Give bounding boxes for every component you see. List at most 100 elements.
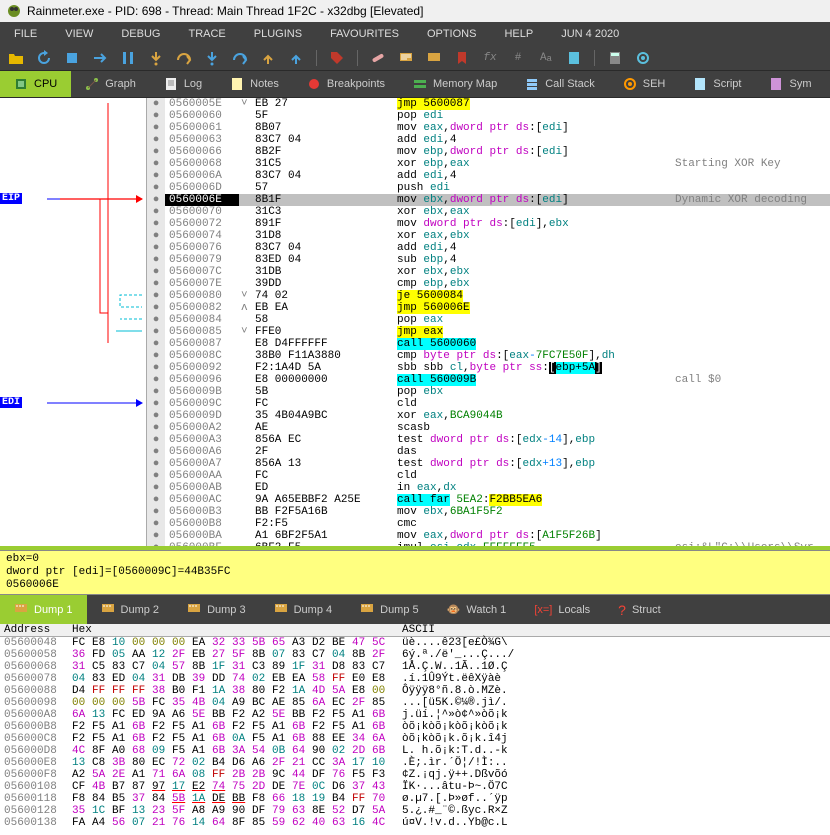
dump-rows[interactable]: 05600048FCE810000000EA32335B65A3D2BE475C… bbox=[0, 637, 830, 829]
breakpoint-dot[interactable]: ● bbox=[147, 230, 165, 242]
disasm-row[interactable]: ●056000A3856A ECtest dword ptr ds:[edx-1… bbox=[147, 434, 830, 446]
dump-tab-watch-1[interactable]: 🐵Watch 1 bbox=[433, 597, 521, 622]
dump-row[interactable]: 05600108CF4BB7879717E274752DDE7E0CD63743… bbox=[0, 781, 830, 793]
dump-tab-locals[interactable]: [x=]Locals bbox=[520, 598, 604, 622]
disasm-row[interactable]: ●0560006A83C7 04add edi,4 bbox=[147, 170, 830, 182]
dump-tab-dump-2[interactable]: Dump 2 bbox=[87, 595, 174, 624]
disasm-row[interactable]: ●0560008458pop eax bbox=[147, 314, 830, 326]
breakpoint-dot[interactable]: ● bbox=[147, 98, 165, 110]
dump-row[interactable]: 05600048FCE810000000EA32335B65A3D2BE475C… bbox=[0, 637, 830, 649]
disasm-row[interactable]: ●05600092F2:1A4D 5Asbb sbb cl,byte ptr s… bbox=[147, 362, 830, 374]
breakpoint-dot[interactable]: ● bbox=[147, 458, 165, 470]
disasm-row[interactable]: ●056000AC9A A65EBBF2 A25Ecall far 5EA2:F… bbox=[147, 494, 830, 506]
tab-cpu[interactable]: CPU bbox=[0, 71, 71, 97]
breakpoint-dot[interactable]: ● bbox=[147, 338, 165, 350]
disasm-row[interactable]: ●0560006831C5xor ebp,eaxStarting XOR Key bbox=[147, 158, 830, 170]
breakpoint-dot[interactable]: ● bbox=[147, 182, 165, 194]
dump-row[interactable]: 056000A86A13FCED9AA65EBBF2A25EBBF2F5A16B… bbox=[0, 709, 830, 721]
menu-trace[interactable]: TRACE bbox=[174, 22, 239, 46]
breakpoint-dot[interactable]: ● bbox=[147, 302, 165, 314]
disasm-row[interactable]: ●05600096E8 00000000call 560009Bcall $0 bbox=[147, 374, 830, 386]
dump-row[interactable]: 056000F8A25A2EA1716A08FF2B2B9C44DF76F5F3… bbox=[0, 769, 830, 781]
trace-into-icon[interactable] bbox=[204, 50, 220, 66]
disasm-row[interactable]: ●056000605Fpop edi bbox=[147, 110, 830, 122]
tab-call-stack[interactable]: Call Stack bbox=[511, 71, 609, 97]
run-to-user-icon[interactable] bbox=[288, 50, 304, 66]
disasm-row[interactable]: ●0560006E8B1Fmov ebx,dword ptr ds:[edi]D… bbox=[147, 194, 830, 206]
tab-memory-map[interactable]: Memory Map bbox=[399, 71, 511, 97]
disasm-row[interactable]: ●05600072891Fmov dword ptr ds:[edi],ebx bbox=[147, 218, 830, 230]
breakpoint-dot[interactable]: ● bbox=[147, 110, 165, 122]
tab-breakpoints[interactable]: Breakpoints bbox=[293, 71, 399, 97]
disasm-row[interactable]: ●05600085˅FFE0jmp eax bbox=[147, 326, 830, 338]
disasm-rows[interactable]: ●0560005E˅EB 27jmp 5600087●056000605Fpop… bbox=[147, 98, 830, 546]
dump-row[interactable]: 056000E813C83B80EC7202B4D6A62F21CC3A1710… bbox=[0, 757, 830, 769]
bookmark-icon[interactable] bbox=[454, 50, 470, 66]
disasm-row[interactable]: ●0560007683C7 04add edi,4 bbox=[147, 242, 830, 254]
restart-icon[interactable] bbox=[36, 50, 52, 66]
disasm-row[interactable]: ●0560008C38B0 F11A3880cmp byte ptr ds:[e… bbox=[147, 350, 830, 362]
breakpoint-dot[interactable]: ● bbox=[147, 422, 165, 434]
dump-row[interactable]: 05600088D4FFFFFF38B0F11A3880F21A4D5AE800… bbox=[0, 685, 830, 697]
disasm-row[interactable]: ●0560007031C3xor ebx,eax bbox=[147, 206, 830, 218]
stop-icon[interactable] bbox=[64, 50, 80, 66]
dump-row[interactable]: 056000980000005BFC354B04A9BCAE856AEC2F85… bbox=[0, 697, 830, 709]
breakpoint-dot[interactable]: ● bbox=[147, 362, 165, 374]
dump-row[interactable]: 0560006831C583C704578B1F31C3891F31D883C7… bbox=[0, 661, 830, 673]
breakpoint-dot[interactable]: ● bbox=[147, 374, 165, 386]
disasm-row[interactable]: ●05600080˅74 02je 5600084 bbox=[147, 290, 830, 302]
breakpoint-dot[interactable]: ● bbox=[147, 386, 165, 398]
disasm-row[interactable]: ●0560009D35 4B04A9BCxor eax,BCA9044B bbox=[147, 410, 830, 422]
tab-graph[interactable]: Graph bbox=[71, 71, 150, 97]
dump-row[interactable]: 056000C8F2F5A16BF2F5A16B0AF5A16B88EE346A… bbox=[0, 733, 830, 745]
settings-icon[interactable] bbox=[635, 50, 651, 66]
menu-file[interactable]: FILE bbox=[0, 22, 51, 46]
menu-view[interactable]: VIEW bbox=[51, 22, 107, 46]
disasm-row[interactable]: ●056000668B2Fmov ebp,dword ptr ds:[edi] bbox=[147, 146, 830, 158]
disasm-row[interactable]: ●0560009CFCcld bbox=[147, 398, 830, 410]
dump-row[interactable]: 05600138FAA45607217614648F8559624063164C… bbox=[0, 817, 830, 829]
calculator-icon[interactable] bbox=[607, 50, 623, 66]
patch-icon[interactable] bbox=[370, 50, 386, 66]
run-to-return-icon[interactable] bbox=[260, 50, 276, 66]
disasm-row[interactable]: ●0560007983ED 04sub ebp,4 bbox=[147, 254, 830, 266]
tag-icon[interactable] bbox=[329, 50, 345, 66]
tab-log[interactable]: Log bbox=[150, 71, 216, 97]
breakpoint-dot[interactable]: ● bbox=[147, 434, 165, 446]
step-over-icon[interactable] bbox=[176, 50, 192, 66]
fx-icon[interactable]: fx bbox=[482, 50, 498, 66]
hash-icon[interactable]: # bbox=[510, 50, 526, 66]
disasm-row[interactable]: ●056000A2AEscasb bbox=[147, 422, 830, 434]
disasm-row[interactable]: ●05600082ʌEB EAjmp 560006E bbox=[147, 302, 830, 314]
breakpoint-dot[interactable]: ● bbox=[147, 254, 165, 266]
disasm-row[interactable]: ●056000BF6BF2 F5imul esi,edx,FFFFFFF5esi… bbox=[147, 542, 830, 546]
breakpoint-dot[interactable]: ● bbox=[147, 314, 165, 326]
breakpoint-dot[interactable]: ● bbox=[147, 134, 165, 146]
breakpoint-dot[interactable]: ● bbox=[147, 542, 165, 546]
pause-icon[interactable] bbox=[120, 50, 136, 66]
disasm-row[interactable]: ●0560006383C7 04add edi,4 bbox=[147, 134, 830, 146]
disasm-row[interactable]: ●0560007C31DBxor ebx,ebx bbox=[147, 266, 830, 278]
disasm-row[interactable]: ●0560005E˅EB 27jmp 5600087 bbox=[147, 98, 830, 110]
menu-debug[interactable]: DEBUG bbox=[107, 22, 174, 46]
font-icon[interactable]: Aa bbox=[538, 50, 554, 66]
breakpoint-dot[interactable]: ● bbox=[147, 398, 165, 410]
breakpoint-dot[interactable]: ● bbox=[147, 326, 165, 338]
dump-row[interactable]: 0560005836FD05AA122FEB275F8B0783C7048B2F… bbox=[0, 649, 830, 661]
disasm-row[interactable]: ●0560007E39DDcmp ebp,ebx bbox=[147, 278, 830, 290]
dump-row[interactable]: 05600128351CBF13235FA8A990DF79638E52D75A… bbox=[0, 805, 830, 817]
breakpoint-dot[interactable]: ● bbox=[147, 158, 165, 170]
dump-tab-dump-3[interactable]: Dump 3 bbox=[173, 595, 260, 624]
run-icon[interactable] bbox=[92, 50, 108, 66]
disasm-row[interactable]: ●056000A7856A 13test dword ptr ds:[edx+1… bbox=[147, 458, 830, 470]
menu-help[interactable]: HELP bbox=[490, 22, 547, 46]
disasm-row[interactable]: ●0560006D57push edi bbox=[147, 182, 830, 194]
breakpoint-dot[interactable]: ● bbox=[147, 446, 165, 458]
breakpoint-dot[interactable]: ● bbox=[147, 170, 165, 182]
breakpoint-dot[interactable]: ● bbox=[147, 506, 165, 518]
dump-row[interactable]: 056000B8F2F5A16BF2F5A16BF2F5A16BF2F5A16B… bbox=[0, 721, 830, 733]
breakpoint-dot[interactable]: ● bbox=[147, 494, 165, 506]
disasm-row[interactable]: ●0560009B5Bpop ebx bbox=[147, 386, 830, 398]
comment-icon[interactable] bbox=[398, 50, 414, 66]
breakpoint-dot[interactable]: ● bbox=[147, 122, 165, 134]
